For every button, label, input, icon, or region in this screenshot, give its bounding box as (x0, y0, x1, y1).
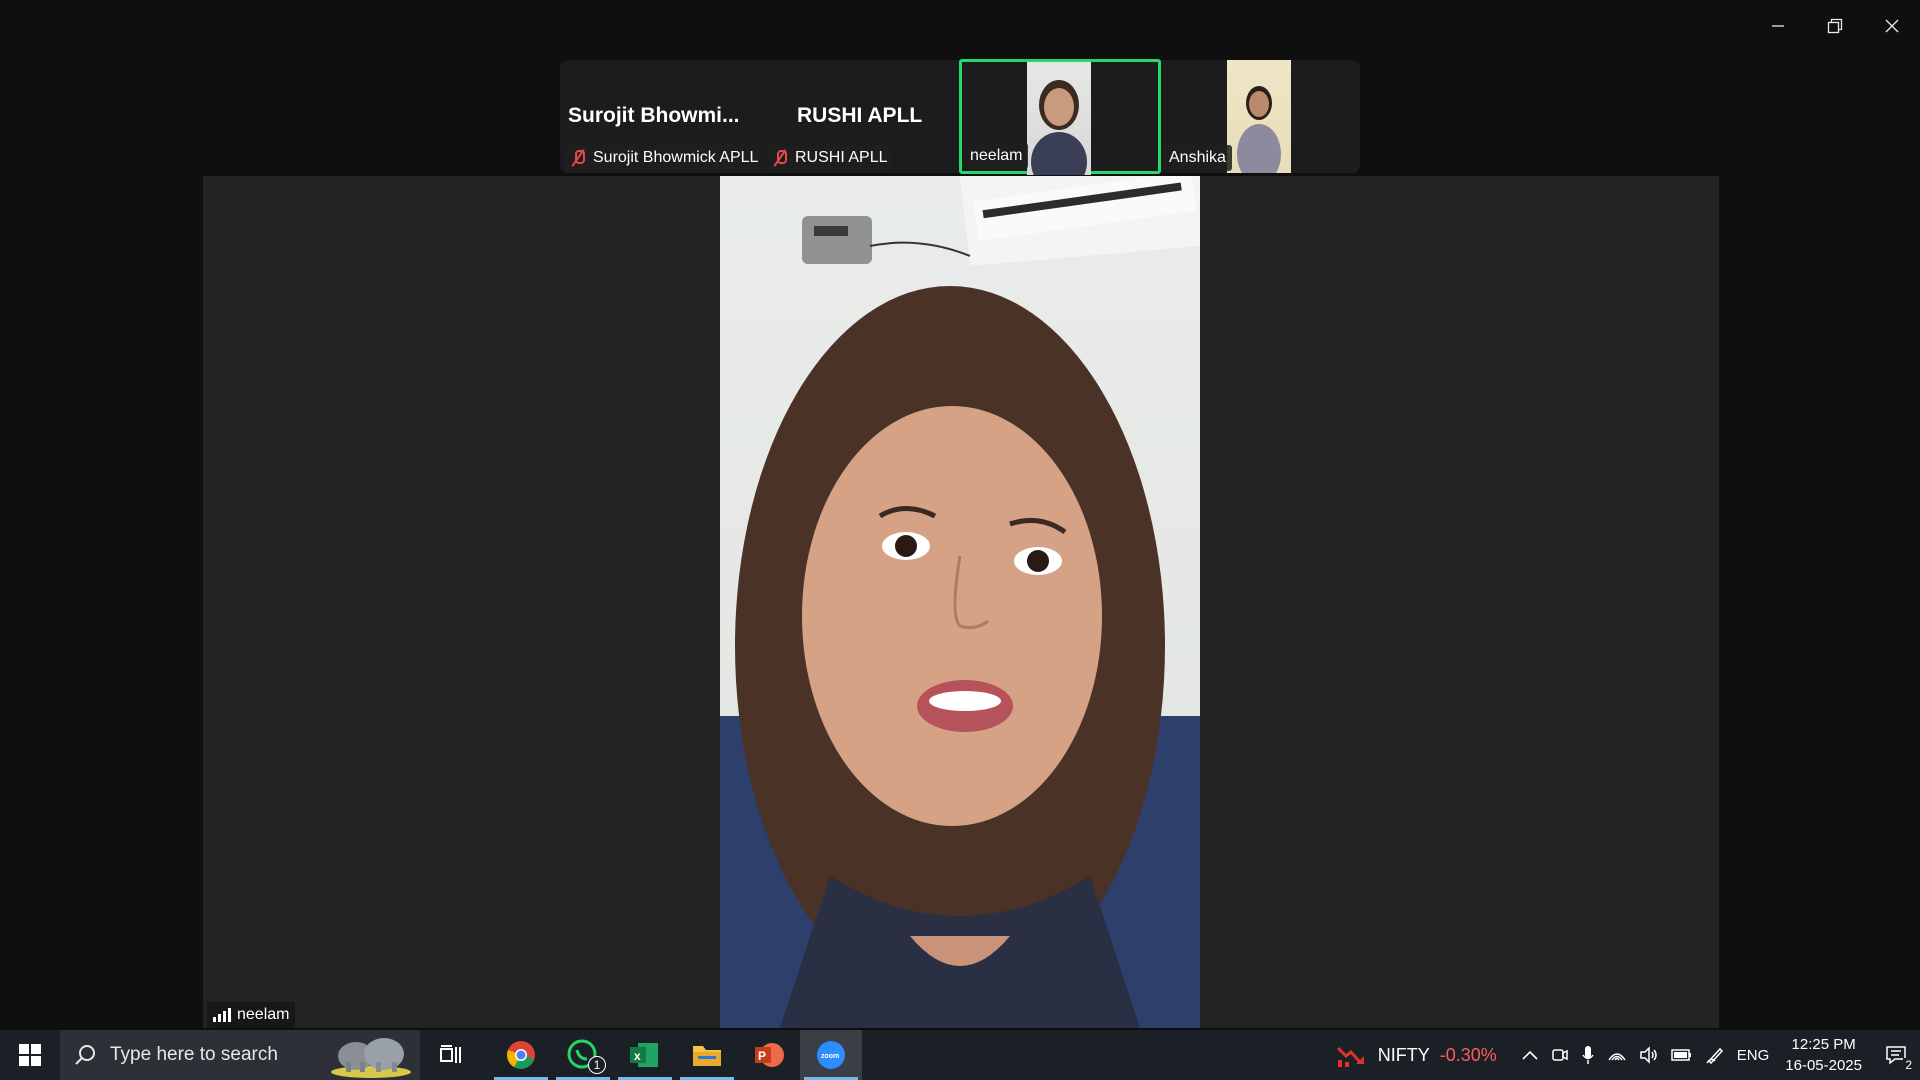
clock[interactable]: 12:25 PM 16-05-2025 (1775, 1034, 1872, 1076)
chrome-icon (507, 1041, 535, 1069)
participant-name: neelam (970, 147, 1023, 164)
language-indicator[interactable]: ENG (1731, 1030, 1776, 1080)
stock-ticker: NIFTY (1377, 1044, 1430, 1065)
participant-tile-surojit[interactable]: Surojit Bhowmi... Surojit Bhowmick APLL (560, 60, 765, 173)
participant-name: Surojit Bhowmick APLL (593, 149, 759, 166)
participant-name-chip: Surojit Bhowmick APLL (564, 145, 765, 171)
taskbar: Type here to search 1 x P zoom NIFTY -0.… (0, 1030, 1920, 1080)
close-icon (1885, 19, 1898, 33)
task-view-button[interactable] (420, 1030, 482, 1080)
participant-display-name: RUSHI APLL (797, 104, 923, 127)
clock-time: 12:25 PM (1791, 1036, 1856, 1053)
speaker-video[interactable] (720, 176, 1200, 1028)
participant-display-name: Surojit Bhowmi... (568, 104, 740, 127)
speaker-icon (1640, 1046, 1657, 1064)
show-hidden-icons-button[interactable] (1515, 1030, 1545, 1080)
taskbar-file-explorer[interactable] (676, 1030, 738, 1080)
close-button[interactable] (1863, 0, 1920, 52)
stock-down-icon (1336, 1046, 1364, 1067)
svg-text:P: P (758, 1049, 766, 1063)
language-label: ENG (1736, 1046, 1770, 1064)
restore-button[interactable] (1806, 0, 1863, 52)
wifi-tray-button[interactable] (1601, 1030, 1633, 1080)
svg-text:zoom: zoom (821, 1053, 839, 1060)
speaker-name: neelam (237, 1006, 290, 1023)
svg-text:x: x (634, 1049, 641, 1063)
system-tray: NIFTY -0.30% ENG 12:25 PM 16-05-2025 2 (1330, 1030, 1920, 1080)
participant-tile-neelam[interactable]: neelam (959, 59, 1161, 175)
microphone-icon (1582, 1046, 1594, 1064)
participant-name-chip: Anshika (1163, 145, 1232, 171)
taskbar-powerpoint[interactable]: P (738, 1030, 800, 1080)
notification-count: 2 (1903, 1058, 1914, 1072)
mic-muted-icon (570, 149, 586, 167)
minimize-button[interactable] (1749, 0, 1806, 52)
taskbar-zoom[interactable]: zoom (800, 1030, 862, 1080)
battery-icon (1671, 1049, 1691, 1061)
windows-logo-icon (19, 1044, 41, 1066)
elephants-icon (331, 1038, 411, 1078)
participant-strip: Surojit Bhowmi... Surojit Bhowmick APLL … (560, 59, 1360, 175)
whatsapp-badge: 1 (588, 1056, 606, 1074)
participant-name: RUSHI APLL (795, 149, 888, 166)
participant-name-chip: neelam (964, 143, 1029, 169)
notification-center-button[interactable]: 2 (1872, 1030, 1920, 1080)
taskbar-whatsapp[interactable]: 1 (552, 1030, 614, 1080)
microphone-tray-button[interactable] (1575, 1030, 1601, 1080)
participant-tile-anshika[interactable]: Anshika (1161, 60, 1360, 173)
main-video-panel: neelam (203, 176, 1719, 1028)
restore-icon (1827, 18, 1842, 34)
battery-tray-button[interactable] (1665, 1030, 1699, 1080)
volume-tray-button[interactable] (1633, 1030, 1665, 1080)
start-button[interactable] (0, 1030, 60, 1080)
pen-tray-button[interactable] (1699, 1030, 1731, 1080)
taskbar-search-box[interactable]: Type here to search (60, 1030, 420, 1080)
minimize-icon (1771, 25, 1784, 27)
search-icon (75, 1045, 95, 1065)
camera-tray-button[interactable] (1545, 1030, 1575, 1080)
folder-icon (693, 1046, 721, 1066)
task-view-icon (440, 1045, 461, 1063)
participant-name-chip: RUSHI APLL (766, 145, 894, 171)
participant-tile-rushi[interactable]: RUSHI APLL RUSHI APLL (760, 60, 959, 173)
excel-icon: x (630, 1043, 658, 1067)
chevron-up-icon (1522, 1050, 1538, 1060)
clock-date: 16-05-2025 (1785, 1057, 1862, 1074)
taskbar-chrome[interactable] (490, 1030, 552, 1080)
participant-video-thumbnail (1027, 62, 1091, 175)
window-controls (1749, 0, 1920, 52)
participant-name: Anshika (1169, 149, 1226, 166)
search-placeholder: Type here to search (110, 1044, 278, 1065)
stock-widget[interactable]: NIFTY -0.30% (1330, 1030, 1515, 1080)
mic-muted-icon (772, 149, 788, 167)
taskbar-excel[interactable]: x (614, 1030, 676, 1080)
signal-strength-icon (213, 1008, 231, 1022)
camera-icon (1552, 1049, 1568, 1061)
stock-change: -0.30% (1439, 1044, 1497, 1065)
speaker-video-frame (720, 176, 1200, 1028)
participant-video-thumbnail (1227, 60, 1291, 173)
pen-icon (1706, 1047, 1723, 1065)
zoom-icon: zoom (817, 1041, 845, 1069)
wifi-icon (1608, 1053, 1626, 1061)
speaker-name-label: neelam (207, 1002, 296, 1028)
powerpoint-icon: P (755, 1043, 784, 1067)
